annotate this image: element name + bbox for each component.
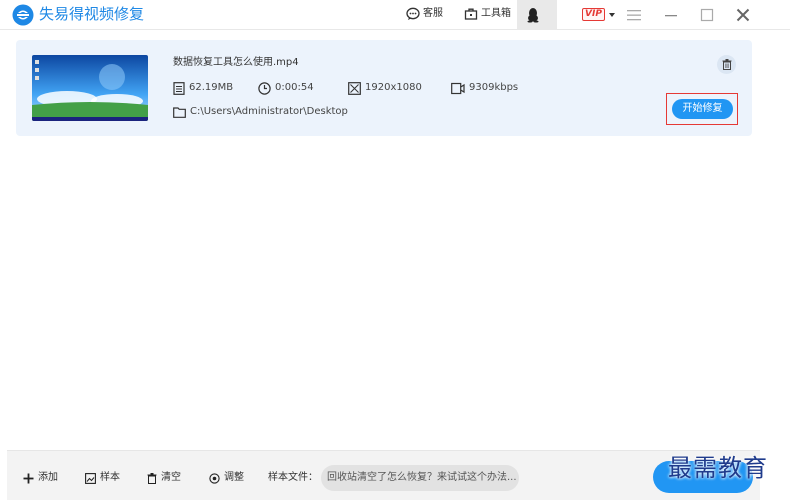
vip-dropdown[interactable]: VIP [582, 8, 615, 21]
file-resolution-value: 1920x1080 [365, 82, 422, 93]
adjust-icon [209, 472, 220, 484]
file-size: 62.19MB [173, 81, 233, 95]
penguin-icon [527, 8, 539, 23]
watermark-text: 最需教育 [668, 454, 768, 482]
folder-icon [173, 107, 186, 118]
file-bitrate: 9309kbps [451, 81, 518, 95]
video-thumbnail [32, 55, 148, 121]
trash-icon [147, 472, 157, 484]
add-label: 添加 [38, 472, 58, 483]
app-title: 失易得视频修复 [39, 5, 145, 23]
maximize-icon[interactable] [698, 6, 716, 24]
close-icon[interactable] [734, 6, 752, 24]
toolbox-icon [464, 8, 478, 20]
plus-icon [23, 473, 34, 483]
qq-button[interactable] [517, 0, 557, 30]
start-repair-highlight: 开始修复 [666, 93, 738, 125]
clear-button[interactable]: 清空 [147, 471, 181, 485]
file-path: C:\Users\Administrator\Desktop [173, 105, 348, 119]
app-logo-icon [12, 4, 34, 26]
file-size-value: 62.19MB [189, 82, 234, 93]
clock-icon [258, 81, 271, 95]
document-icon [173, 81, 185, 95]
resolution-icon [348, 81, 361, 95]
menu-icon[interactable] [625, 6, 643, 24]
customer-service-button[interactable]: 客服 [406, 7, 443, 21]
image-icon [85, 472, 96, 484]
file-name: 数据恢复工具怎么使用.mp4 [173, 57, 299, 68]
trash-icon [722, 59, 731, 70]
file-duration-value: 0:00:54 [275, 82, 314, 93]
delete-button[interactable] [717, 55, 736, 74]
sample-label: 样本 [100, 472, 120, 483]
file-resolution: 1920x1080 [348, 81, 422, 95]
vip-badge: VIP [582, 8, 605, 21]
clear-label: 清空 [161, 472, 181, 483]
chat-bubble-icon [406, 7, 420, 20]
file-card: 数据恢复工具怎么使用.mp4 62.19MB 0:00:54 1920x1080… [16, 40, 752, 136]
start-repair-button[interactable]: 开始修复 [672, 99, 733, 119]
adjust-button[interactable]: 调整 [209, 471, 244, 485]
add-button[interactable]: 添加 [23, 471, 58, 485]
toolbox-label: 工具箱 [481, 8, 511, 19]
minimize-icon[interactable] [662, 6, 680, 24]
customer-service-label: 客服 [423, 8, 443, 19]
file-path-value: C:\Users\Administrator\Desktop [190, 106, 348, 117]
sample-button[interactable]: 样本 [85, 471, 120, 485]
title-bar: 失易得视频修复 客服 工具箱 VIP [0, 0, 790, 30]
toolbox-button[interactable]: 工具箱 [464, 7, 511, 21]
adjust-label: 调整 [224, 472, 244, 483]
file-bitrate-value: 9309kbps [469, 82, 519, 93]
video-camera-icon [451, 82, 465, 94]
file-duration: 0:00:54 [258, 81, 314, 95]
caret-down-icon [608, 12, 615, 17]
sample-file-tip-link[interactable]: 回收站清空了怎么恢复？来试试这个办法... [321, 465, 519, 491]
bottom-toolbar: 添加 样本 清空 调整 样本文件： 回收站清空了怎么恢复？来试试这个办法... [7, 450, 760, 500]
sample-file-label: 样本文件： [268, 472, 318, 483]
